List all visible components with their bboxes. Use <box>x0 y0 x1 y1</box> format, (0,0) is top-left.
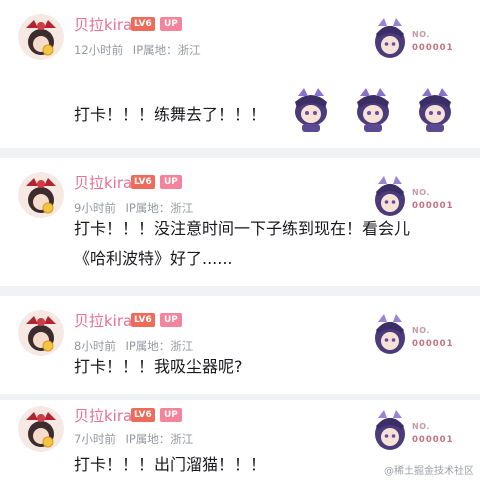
avatar[interactable] <box>18 172 64 218</box>
up-badge: UP <box>160 175 182 189</box>
ip-location: IP属地：浙江 <box>125 339 194 353</box>
username[interactable]: 贝拉kira <box>74 15 132 35</box>
comment-line: 《哈利波特》好了...... <box>74 249 233 268</box>
up-badge: UP <box>160 313 182 327</box>
fan-badge-icon <box>368 404 468 460</box>
comment-meta: 8小时前 IP属地：浙江 <box>74 339 193 353</box>
comment-text: 打卡！！！我吸尘器呢? <box>74 352 243 382</box>
fan-badge-label: NO. <box>412 326 430 335</box>
dancing-sticker-icon[interactable] <box>406 78 464 136</box>
comment-line: 打卡！！！我吸尘器呢? <box>74 357 243 376</box>
comment-meta: 7小时前 IP属地：浙江 <box>74 432 193 446</box>
comment-meta: 9小时前 IP属地：浙江 <box>74 201 193 215</box>
dancing-sticker-icon[interactable] <box>344 78 402 136</box>
fan-badge-label: NO. <box>412 188 430 197</box>
fan-badge-number: 000001 <box>412 43 454 53</box>
username[interactable]: 贝拉kira <box>74 406 132 426</box>
comment-text: 打卡！！！没注意时间一下子练到现在！看会儿 《哈利波特》好了...... <box>74 214 410 274</box>
level-badge: LV6 <box>131 17 155 31</box>
username[interactable]: 贝拉kira <box>74 311 132 331</box>
comment-time: 7小时前 <box>74 432 116 446</box>
fan-badge-label: NO. <box>412 422 430 431</box>
ip-location: IP属地：浙江 <box>125 201 194 215</box>
comment-card: 贝拉kira LV6 UP 8小时前 IP属地：浙江 NO. 000001 打卡… <box>0 296 480 394</box>
fan-badge-card[interactable]: NO. 000001 <box>368 404 468 460</box>
comment-card: 贝拉kira LV6 UP 12小时前 IP属地：浙江 NO. 000001 打… <box>0 0 480 148</box>
comment-line: 打卡！！！没注意时间一下子练到现在！看会儿 <box>74 219 411 238</box>
fan-badge-icon <box>368 308 468 364</box>
fan-badge-card[interactable]: NO. 000001 <box>368 308 468 364</box>
fan-badge-icon <box>368 12 468 68</box>
comment-time: 8小时前 <box>74 339 116 353</box>
level-badge: LV6 <box>131 175 155 189</box>
fan-badge-card[interactable]: NO. 000001 <box>368 12 468 68</box>
level-badge: LV6 <box>131 408 155 422</box>
watermark: @稀土掘金技术社区 <box>384 466 474 477</box>
comment-text: 打卡！！！练舞去了！！！ <box>74 100 266 130</box>
comment-card: 贝拉kira LV6 UP 9小时前 IP属地：浙江 NO. 000001 打卡… <box>0 158 480 286</box>
ip-location: IP属地：浙江 <box>132 43 201 57</box>
fan-badge-number: 000001 <box>412 339 454 349</box>
up-badge: UP <box>160 17 182 31</box>
level-badge: LV6 <box>131 313 155 327</box>
up-badge: UP <box>160 408 182 422</box>
fan-badge-label: NO. <box>412 30 430 39</box>
avatar[interactable] <box>18 310 64 356</box>
ip-location: IP属地：浙江 <box>125 432 194 446</box>
avatar[interactable] <box>18 14 64 60</box>
comment-line: 打卡！！！练舞去了！！！ <box>74 105 267 124</box>
comment-meta: 12小时前 IP属地：浙江 <box>74 43 201 57</box>
sticker-row <box>282 78 472 138</box>
avatar[interactable] <box>18 406 64 452</box>
comment-time: 9小时前 <box>74 201 116 215</box>
comment-line: 打卡！！！出门溜猫！！！ <box>74 455 267 474</box>
comment-text: 打卡！！！出门溜猫！！！ <box>74 450 266 480</box>
fan-badge-number: 000001 <box>412 201 454 211</box>
username[interactable]: 贝拉kira <box>74 173 132 193</box>
comment-time: 12小时前 <box>74 43 124 57</box>
dancing-sticker-icon[interactable] <box>282 78 340 136</box>
fan-badge-number: 000001 <box>412 435 454 445</box>
